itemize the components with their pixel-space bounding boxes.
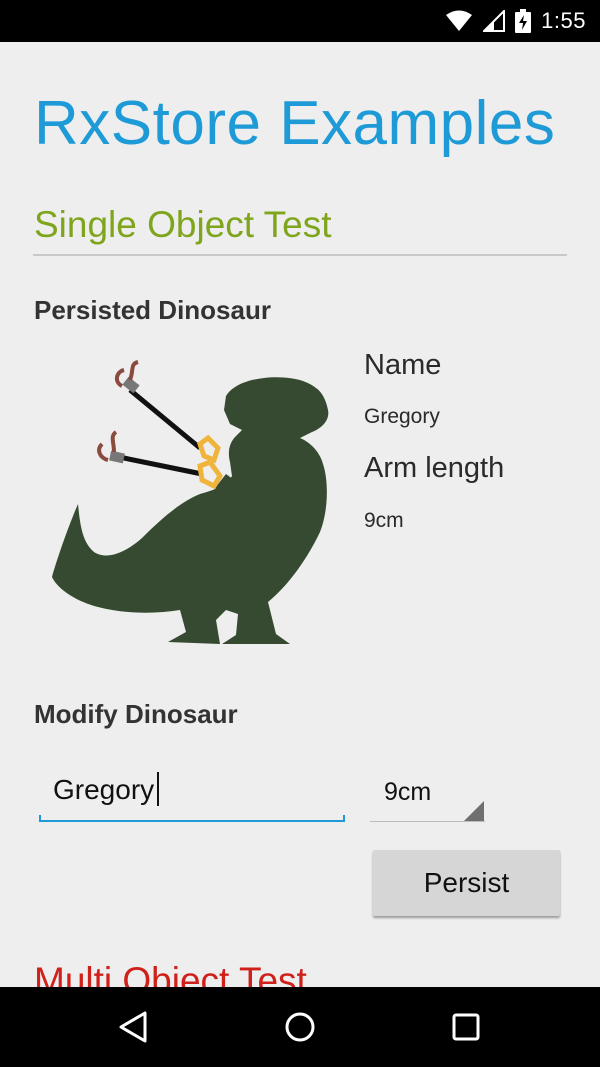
arm-length-value: 9cm	[364, 509, 404, 532]
section-divider	[33, 254, 567, 256]
spinner-underline	[370, 821, 485, 822]
app-screen: 1:55 RxStore Examples Single Object Test…	[0, 0, 600, 1067]
name-input-container[interactable]	[39, 762, 345, 824]
arm-length-spinner-value: 9cm	[384, 778, 432, 806]
app-title: RxStore Examples	[34, 89, 556, 158]
multi-object-section-title: Multi Object Test	[34, 960, 307, 987]
text-cursor	[157, 772, 159, 806]
persist-button[interactable]: Persist	[373, 850, 560, 916]
main-content[interactable]: RxStore Examples Single Object Test Pers…	[0, 42, 600, 987]
name-label: Name	[364, 349, 442, 381]
recents-icon	[452, 1013, 480, 1041]
navigation-bar	[0, 987, 600, 1067]
dinosaur-image	[52, 360, 329, 644]
name-input-underline	[39, 815, 345, 822]
persisted-dinosaur-heading: Persisted Dinosaur	[34, 295, 271, 325]
signal-icon	[483, 10, 506, 32]
name-input[interactable]	[39, 762, 345, 818]
dropdown-arrow-icon	[464, 801, 484, 821]
status-bar: 1:55	[0, 0, 600, 42]
recents-button[interactable]	[446, 1007, 486, 1047]
single-object-section-title: Single Object Test	[34, 204, 332, 245]
modify-dinosaur-heading: Modify Dinosaur	[34, 699, 238, 729]
home-icon	[285, 1012, 315, 1042]
name-value: Gregory	[364, 405, 440, 428]
battery-charging-icon	[515, 9, 532, 33]
back-button[interactable]	[114, 1007, 154, 1047]
wifi-icon	[446, 10, 473, 31]
status-time: 1:55	[541, 8, 586, 33]
arm-length-label: Arm length	[364, 452, 505, 484]
status-icons: 1:55	[445, 0, 586, 42]
home-button[interactable]	[280, 1007, 320, 1047]
back-icon	[119, 1011, 147, 1043]
arm-length-spinner[interactable]: 9cm	[370, 770, 485, 824]
